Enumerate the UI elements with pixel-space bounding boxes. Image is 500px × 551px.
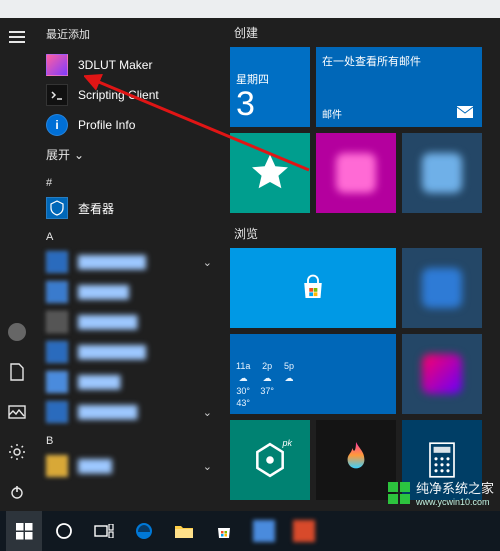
app-label-blurred: ████ <box>78 459 112 473</box>
watermark: 纯净系统之家 www.ycwin10.com <box>388 478 494 507</box>
blurred-content <box>422 268 462 308</box>
tile-blurred[interactable] <box>402 334 482 414</box>
store-icon <box>215 522 233 540</box>
chevron-down-icon: ⌄ <box>203 406 212 419</box>
chevron-down-icon: ⌄ <box>203 460 212 473</box>
start-menu: 最近添加 3DLUT Maker Scripting Client i Prof… <box>0 18 500 511</box>
watermark-domain: www.ycwin10.com <box>416 497 494 507</box>
app-label-blurred: ████████ <box>78 345 146 359</box>
mail-title: 在一处查看所有邮件 <box>322 53 476 69</box>
hamburger-icon[interactable] <box>0 24 34 50</box>
app-label: 查看器 <box>78 200 114 217</box>
app-item-blurred[interactable]: ███████ <box>34 307 224 337</box>
annotation-arrow <box>84 70 314 180</box>
pictures-icon[interactable] <box>0 399 34 425</box>
app-icon-blurred <box>46 455 68 477</box>
taskbar <box>0 511 500 551</box>
tile-blurred[interactable] <box>316 133 396 213</box>
tile-store[interactable] <box>230 248 396 328</box>
app-icon-blurred <box>46 281 68 303</box>
mail-icon <box>456 105 474 119</box>
app-icon-blurred <box>46 401 68 423</box>
power-icon[interactable] <box>0 479 34 505</box>
app-label-blurred: ██████ <box>78 285 129 299</box>
app-icon-blurred <box>46 311 68 333</box>
watermark-logo-icon <box>388 482 410 504</box>
letter-header-b[interactable]: B <box>34 427 224 451</box>
tile-hex[interactable]: pk <box>230 420 310 500</box>
app-item-blurred[interactable]: ███████ ⌄ <box>34 397 224 427</box>
app-icon-profile: i <box>46 114 68 136</box>
chevron-down-icon: ⌄ <box>74 148 84 162</box>
app-icon-3dlut <box>46 54 68 76</box>
tile-mail[interactable]: 在一处查看所有邮件 邮件 <box>316 47 482 127</box>
blurred-app-icon <box>253 520 275 542</box>
store-bag-icon <box>298 273 328 303</box>
app-label-blurred: ███████ <box>78 315 138 329</box>
task-view-button[interactable] <box>86 511 122 551</box>
weather-lo: 43° <box>236 398 250 408</box>
app-icon-viewer <box>46 197 68 219</box>
expand-label: 展开 <box>46 146 70 163</box>
app-item-blurred[interactable]: ████ ⌄ <box>34 451 224 481</box>
weather-table: 11a ☁ 30° 43° 2p ☁ 37° 5p ☁ <box>236 361 390 408</box>
documents-icon[interactable] <box>0 359 34 385</box>
tile-blurred[interactable] <box>402 133 482 213</box>
weather-time: 2p <box>262 361 272 371</box>
tile-grid-browse: 11a ☁ 30° 43° 2p ☁ 37° 5p ☁ pk <box>230 248 500 500</box>
hex-badge: pk <box>282 438 292 448</box>
flame-icon <box>341 442 371 478</box>
blurred-content <box>422 354 462 394</box>
taskbar-app-blurred[interactable] <box>246 511 282 551</box>
start-left-rail <box>0 18 34 511</box>
weather-hi: 37° <box>260 386 274 396</box>
letter-header-a[interactable]: A <box>34 223 224 247</box>
weather-hi: 30° <box>236 386 250 396</box>
windows-logo-icon <box>16 523 33 540</box>
blurred-content <box>422 153 462 193</box>
cloud-icon: ☁ <box>239 373 248 384</box>
group-header-create[interactable]: 创建 <box>230 24 500 47</box>
cortana-button[interactable] <box>46 511 82 551</box>
blurred-app-icon <box>293 520 315 542</box>
taskbar-app-edge[interactable] <box>126 511 162 551</box>
app-item-viewer[interactable]: 查看器 <box>34 193 224 223</box>
taskbar-app-store[interactable] <box>206 511 242 551</box>
app-icon-scripting <box>46 84 68 106</box>
folder-icon <box>174 523 194 539</box>
cloud-icon: ☁ <box>263 373 272 384</box>
app-icon-blurred <box>46 371 68 393</box>
settings-gear-icon[interactable] <box>0 439 34 465</box>
user-avatar-icon[interactable] <box>0 319 34 345</box>
app-label-blurred: ████████ <box>78 255 146 269</box>
taskbar-app-blurred[interactable] <box>286 511 322 551</box>
watermark-text: 纯净系统之家 <box>416 478 494 497</box>
tile-blurred[interactable] <box>402 248 482 328</box>
tile-weather[interactable]: 11a ☁ 30° 43° 2p ☁ 37° 5p ☁ <box>230 334 396 414</box>
start-button[interactable] <box>6 511 42 551</box>
tile-flame[interactable] <box>316 420 396 500</box>
chevron-down-icon: ⌄ <box>203 256 212 269</box>
cloud-icon: ☁ <box>284 373 293 384</box>
mail-label: 邮件 <box>322 106 476 121</box>
cortana-circle-icon <box>55 522 73 540</box>
recent-header: 最近添加 <box>34 22 224 50</box>
blurred-content <box>336 153 376 193</box>
calculator-icon <box>427 442 457 478</box>
app-item-blurred[interactable]: ████████ <box>34 337 224 367</box>
window-top-strip <box>0 0 500 18</box>
app-item-blurred[interactable]: ████████ ⌄ <box>34 247 224 277</box>
taskbar-app-explorer[interactable] <box>166 511 202 551</box>
app-item-blurred[interactable]: ██████ <box>34 277 224 307</box>
weather-time: 5p <box>284 361 294 371</box>
weather-time: 11a <box>236 361 250 371</box>
task-view-icon <box>94 524 114 538</box>
app-label-blurred: █████ <box>78 375 121 389</box>
group-header-browse[interactable]: 浏览 <box>230 225 500 248</box>
app-icon-blurred <box>46 341 68 363</box>
app-icon-blurred <box>46 251 68 273</box>
app-item-blurred[interactable]: █████ <box>34 367 224 397</box>
edge-icon <box>134 521 154 541</box>
app-label-blurred: ███████ <box>78 405 138 419</box>
